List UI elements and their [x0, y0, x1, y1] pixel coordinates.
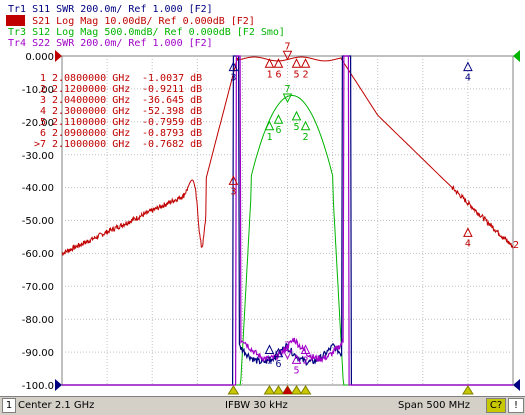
y-tick-label: -50.00 — [22, 216, 54, 227]
marker-row-freq: 2.1100000 GHz — [52, 117, 130, 128]
marker-label: 1 — [266, 132, 272, 143]
y-tick-label: -30.00 — [22, 151, 54, 162]
marker-triangle-icon[interactable] — [282, 50, 293, 61]
marker-triangle-icon[interactable] — [291, 58, 302, 68]
y-tick-label: -90.00 — [22, 348, 54, 359]
marker-row-value: -0.7959 dB — [142, 117, 202, 128]
y-tick-label: 0.000 — [25, 52, 54, 63]
marker-row-value: -0.9211 dB — [142, 84, 202, 95]
measurement-plot[interactable]: Tr1 S11 SWR 200.0m/ Ref 1.000 [F2] Tr2 S… — [0, 0, 525, 396]
ext-indicator[interactable]: ! — [508, 398, 524, 413]
marker-label: 5 — [294, 122, 300, 133]
status-bar: 1 Center 2.1 GHz IFBW 30 kHz Span 500 MH… — [0, 396, 525, 415]
stimulus-marker-icon[interactable] — [227, 385, 240, 395]
marker-row-freq: 2.1200000 GHz — [52, 84, 130, 95]
marker-label: 7 — [284, 84, 290, 95]
correction-indicator[interactable]: C? — [486, 398, 506, 413]
y-tick-label: -60.00 — [22, 249, 54, 260]
marker-row-value: -52.398 dB — [142, 106, 202, 117]
marker-row-num: >7 — [34, 139, 46, 150]
marker-label: 2 — [303, 132, 309, 143]
stimulus-marker-icon[interactable] — [263, 385, 276, 395]
marker-row-num: 6 — [40, 128, 46, 139]
trace-label-tr2[interactable]: Tr2 S21 Log Mag 10.00dB/ Ref 0.000dB [F2… — [8, 16, 255, 27]
marker-label: 7 — [284, 341, 290, 352]
marker-row-num: 3 — [40, 95, 46, 106]
trace-header: Tr1 S11 SWR 200.0m/ Ref 1.000 [F2] Tr2 S… — [6, 4, 285, 49]
marker-label: 5 — [294, 69, 300, 80]
trace-label-tr1[interactable]: Tr1 S11 SWR 200.0m/ Ref 1.000 [F2] — [8, 4, 213, 15]
marker-row-freq: 2.1000000 GHz — [52, 139, 130, 150]
y-tick-label: -40.00 — [22, 183, 54, 194]
marker-row-freq: 2.0400000 GHz — [52, 95, 130, 106]
channel-indicator[interactable]: 1 — [2, 398, 16, 413]
marker-label: 3 — [230, 186, 236, 197]
marker-triangle-icon[interactable] — [300, 58, 311, 68]
vna-display: Tr1 S11 SWR 200.0m/ Ref 1.000 [F2] Tr2 S… — [0, 0, 525, 415]
active-stimulus-marker-icon[interactable] — [282, 386, 293, 394]
marker-triangle-icon[interactable] — [463, 61, 473, 72]
marker-triangle-icon[interactable] — [291, 110, 302, 121]
marker-label: 3 — [230, 73, 236, 84]
marker-row-num: 1 — [40, 73, 46, 84]
center-frequency[interactable]: Center 2.1 GHz — [18, 400, 94, 411]
y-tick-label: -10.00 — [22, 85, 54, 96]
marker-row-freq: 2.0800000 GHz — [52, 73, 130, 84]
stimulus-marker-icon[interactable] — [299, 385, 312, 395]
marker-row-num: 4 — [40, 106, 46, 117]
span-setting[interactable]: Span 500 MHz — [398, 400, 470, 411]
stimulus-marker-icon[interactable] — [290, 385, 303, 395]
marker-label: 6 — [275, 69, 281, 80]
marker-row-freq: 2.3000000 GHz — [52, 106, 130, 117]
marker-label: 1 — [266, 356, 272, 367]
marker-row-value: -36.645 dB — [142, 95, 202, 106]
marker-label: 2 — [303, 69, 309, 80]
marker-label: 2 — [303, 356, 309, 367]
marker-row-num: 5 — [40, 117, 46, 128]
ifbw-setting[interactable]: IFBW 30 kHz — [225, 400, 288, 411]
marker-triangle-icon[interactable] — [463, 227, 473, 237]
stimulus-marker-icon[interactable] — [461, 385, 474, 395]
marker-label: 6 — [275, 125, 281, 136]
marker-triangle-icon[interactable] — [300, 120, 311, 131]
marker-row-value: -1.0037 dB — [142, 73, 202, 84]
ref-arrow-left-bottom-icon[interactable] — [55, 379, 62, 391]
marker-label: 4 — [465, 73, 471, 84]
marker-table: 1 2.0800000 GHz -1.0037 dB 2 2.1200000 G… — [34, 73, 202, 150]
stimulus-marker-icon[interactable] — [272, 385, 285, 395]
marker-row-value: -0.8793 dB — [142, 128, 202, 139]
ref-arrow-left-icon[interactable] — [55, 50, 62, 62]
stimulus-markers — [227, 385, 474, 395]
marker-label: 5 — [294, 365, 300, 376]
marker-label: 1 — [266, 69, 272, 80]
marker-row-value: -0.7682 dB — [142, 139, 202, 150]
ref-arrow-right-icon[interactable] — [513, 50, 520, 62]
y-axis-labels: 0.000 -10.00 -20.00 -30.00 -40.00 -50.00… — [22, 52, 54, 392]
trace-label-tr4[interactable]: Tr4 S22 SWR 200.0m/ Ref 1.000 [F2] — [8, 38, 213, 49]
marker-label: 7 — [284, 41, 290, 52]
marker-row-freq: 2.0900000 GHz — [52, 128, 130, 139]
ref-arrow-right-bottom-icon[interactable] — [513, 379, 520, 391]
marker-label: 6 — [275, 359, 281, 370]
y-tick-label: -100.0 — [22, 381, 54, 392]
y-tick-label: -20.00 — [22, 118, 54, 129]
y-tick-label: -70.00 — [22, 282, 54, 293]
y-tick-label: -80.00 — [22, 315, 54, 326]
trace-end-label: 2 — [513, 240, 519, 251]
marker-label: 4 — [465, 238, 471, 249]
trace-label-tr3[interactable]: Tr3 S12 Log Mag 500.0mdB/ Ref 0.000dB [F… — [8, 27, 285, 38]
marker-row-num: 2 — [40, 84, 46, 95]
